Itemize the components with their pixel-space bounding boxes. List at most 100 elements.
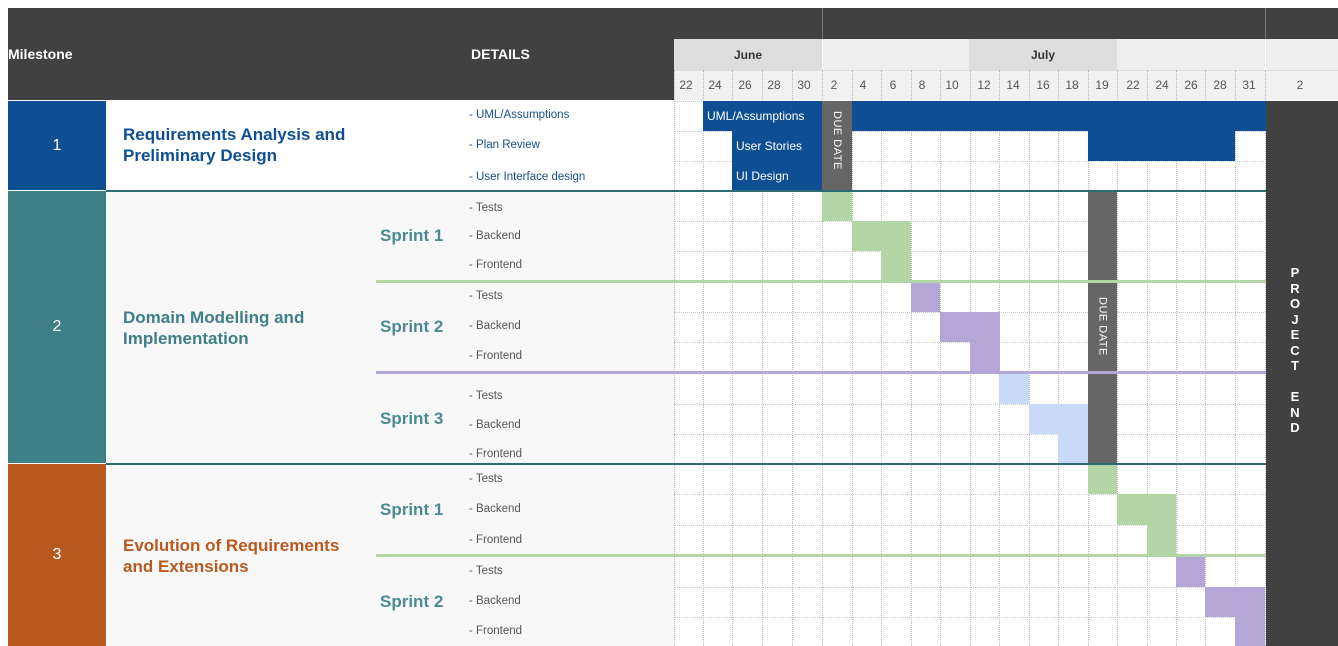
milestone-3-title-line1: Evolution of Requirements xyxy=(123,536,340,555)
month-label-june: June xyxy=(733,48,762,62)
grid-vline xyxy=(940,70,941,646)
day-label: 24 xyxy=(708,78,722,92)
timeline-top-strip xyxy=(674,8,1338,39)
grid-hline xyxy=(674,525,1266,526)
due-date-1: DUE DATE xyxy=(822,101,852,190)
project-end-letter: T xyxy=(1291,358,1299,373)
month-band-next xyxy=(1266,39,1338,70)
day-label: 19 xyxy=(1095,78,1109,92)
due-date-2: DUE DATE xyxy=(1088,191,1117,463)
bar-m2-s2-frontend[interactable] xyxy=(970,342,1000,372)
bar-m3-s1-frontend[interactable] xyxy=(1147,525,1176,555)
m2-s3-frontend: - Frontend xyxy=(469,448,523,460)
bar-m2-s1-frontend[interactable] xyxy=(881,251,911,281)
task-user-interface-design: - User Interface design xyxy=(469,171,586,183)
day-label: 2 xyxy=(1296,78,1304,92)
separator-m2-m3 xyxy=(106,463,1266,465)
header-bar xyxy=(8,8,674,100)
month-band-july-a xyxy=(823,39,969,70)
milestone-1-title-line1: Requirements Analysis and xyxy=(123,125,346,144)
bar-m3-s2-backend[interactable] xyxy=(1205,587,1265,617)
grid-hline xyxy=(674,221,1266,222)
task-uml-assumptions: - UML/Assumptions xyxy=(469,109,570,121)
milestone-2-number: 2 xyxy=(8,191,106,463)
m3-s1-tests: - Tests xyxy=(469,473,503,485)
day-label: 28 xyxy=(1213,78,1227,92)
grid-hline xyxy=(674,251,1266,252)
m2-s2-backend: - Backend xyxy=(469,320,521,332)
day-label: 22 xyxy=(679,78,693,92)
grid-vline xyxy=(911,70,912,646)
milestone-3-title: Evolution of Requirements and Extensions xyxy=(123,535,339,577)
timeline-divider-project-end xyxy=(1265,8,1266,39)
day-label: 30 xyxy=(797,78,811,92)
grid-hline xyxy=(674,404,1266,405)
bar-m2-s3-tests[interactable] xyxy=(999,374,1029,404)
day-label: 28 xyxy=(767,78,781,92)
bar-m2-s1-backend[interactable] xyxy=(852,221,911,251)
bar-ui-design[interactable]: UI Design xyxy=(732,161,822,190)
day-label: 6 xyxy=(889,78,897,92)
grid-hline xyxy=(674,587,1266,588)
grid-hline xyxy=(674,617,1266,618)
m2-s2-frontend: - Frontend xyxy=(469,350,523,362)
day-label: 14 xyxy=(1006,78,1020,92)
bar-uml-label: UML/Assumptions xyxy=(707,109,805,123)
month-band-july-b xyxy=(1117,39,1265,70)
bar-m3-s2-tests[interactable] xyxy=(1176,557,1205,587)
m2-s1-frontend: - Frontend xyxy=(469,259,523,271)
sprint-label-m2-s3: Sprint 3 xyxy=(380,409,444,428)
separator-m3-s1-s2 xyxy=(376,554,1266,557)
project-end-letter: N xyxy=(1290,404,1300,420)
grid-vline xyxy=(1235,70,1236,646)
gantt-chart: Milestone DETAILS June July 22 24 26 28 30 2 4… xyxy=(0,0,1338,646)
day-label: 31 xyxy=(1242,78,1256,92)
sprint-label-m3-s1: Sprint 1 xyxy=(380,500,444,519)
m2-s3-tests: - Tests xyxy=(469,390,503,402)
bar-m3-s1-tests[interactable] xyxy=(1088,464,1117,494)
project-end-letter: O xyxy=(1289,296,1301,311)
m2-s1-tests: - Tests xyxy=(469,202,503,214)
grid-hline xyxy=(674,494,1266,495)
milestone-1-title: Requirements Analysis and Preliminary De… xyxy=(123,124,345,166)
bar-user-stories[interactable]: User Stories xyxy=(732,131,822,161)
day-label: 12 xyxy=(977,78,991,92)
project-end-letter xyxy=(1266,374,1324,390)
sprint-label-m2-s1: Sprint 1 xyxy=(380,226,444,245)
bar-m2-s2-backend[interactable] xyxy=(940,312,1000,342)
day-label: 8 xyxy=(918,78,926,92)
bar-m1-review-end[interactable] xyxy=(1088,131,1235,161)
grid-vline xyxy=(1058,70,1059,646)
m3-s1-frontend: - Frontend xyxy=(469,534,523,546)
grid-vline xyxy=(674,70,675,646)
bar-m3-s2-frontend[interactable] xyxy=(1235,617,1265,646)
project-end-letter: P xyxy=(1290,265,1300,280)
grid-hline xyxy=(674,434,1266,435)
bar-m3-s1-backend[interactable] xyxy=(1117,494,1176,525)
sprint-label-m3-s2: Sprint 2 xyxy=(380,592,444,611)
day-label: 2 xyxy=(830,78,838,92)
bar-m2-s3-backend[interactable] xyxy=(1029,404,1088,434)
day-label: 16 xyxy=(1036,78,1050,92)
bar-m2-s3-frontend[interactable] xyxy=(1058,434,1088,463)
m3-s1-backend: - Backend xyxy=(469,503,521,515)
bar-ui-label: UI Design xyxy=(736,168,789,183)
milestone-2-title-line1: Domain Modelling and xyxy=(123,308,305,327)
project-end-letter: D xyxy=(1290,420,1300,435)
bar-m1-long[interactable] xyxy=(852,101,1266,131)
milestone-3-number: 3 xyxy=(8,464,106,646)
project-end-letter: E xyxy=(1290,327,1300,342)
milestone-1-title-line2: Preliminary Design xyxy=(123,146,278,165)
m3-s2-tests: - Tests xyxy=(469,565,503,577)
bar-uml-assumptions[interactable]: UML/Assumptions xyxy=(703,101,822,131)
bar-m2-s2-tests[interactable] xyxy=(911,283,940,312)
m3-s2-frontend: - Frontend xyxy=(469,625,523,637)
day-label: 22 xyxy=(1126,78,1140,92)
day-label: 24 xyxy=(1155,78,1169,92)
milestone-3-title-line2: and Extensions xyxy=(123,557,249,576)
project-end-letter: E xyxy=(1290,389,1300,404)
m2-s3-backend: - Backend xyxy=(469,419,521,431)
month-label-july: July xyxy=(1030,48,1055,62)
task-plan-review: - Plan Review xyxy=(469,139,540,151)
bar-m2-s1-tests[interactable] xyxy=(822,191,852,221)
